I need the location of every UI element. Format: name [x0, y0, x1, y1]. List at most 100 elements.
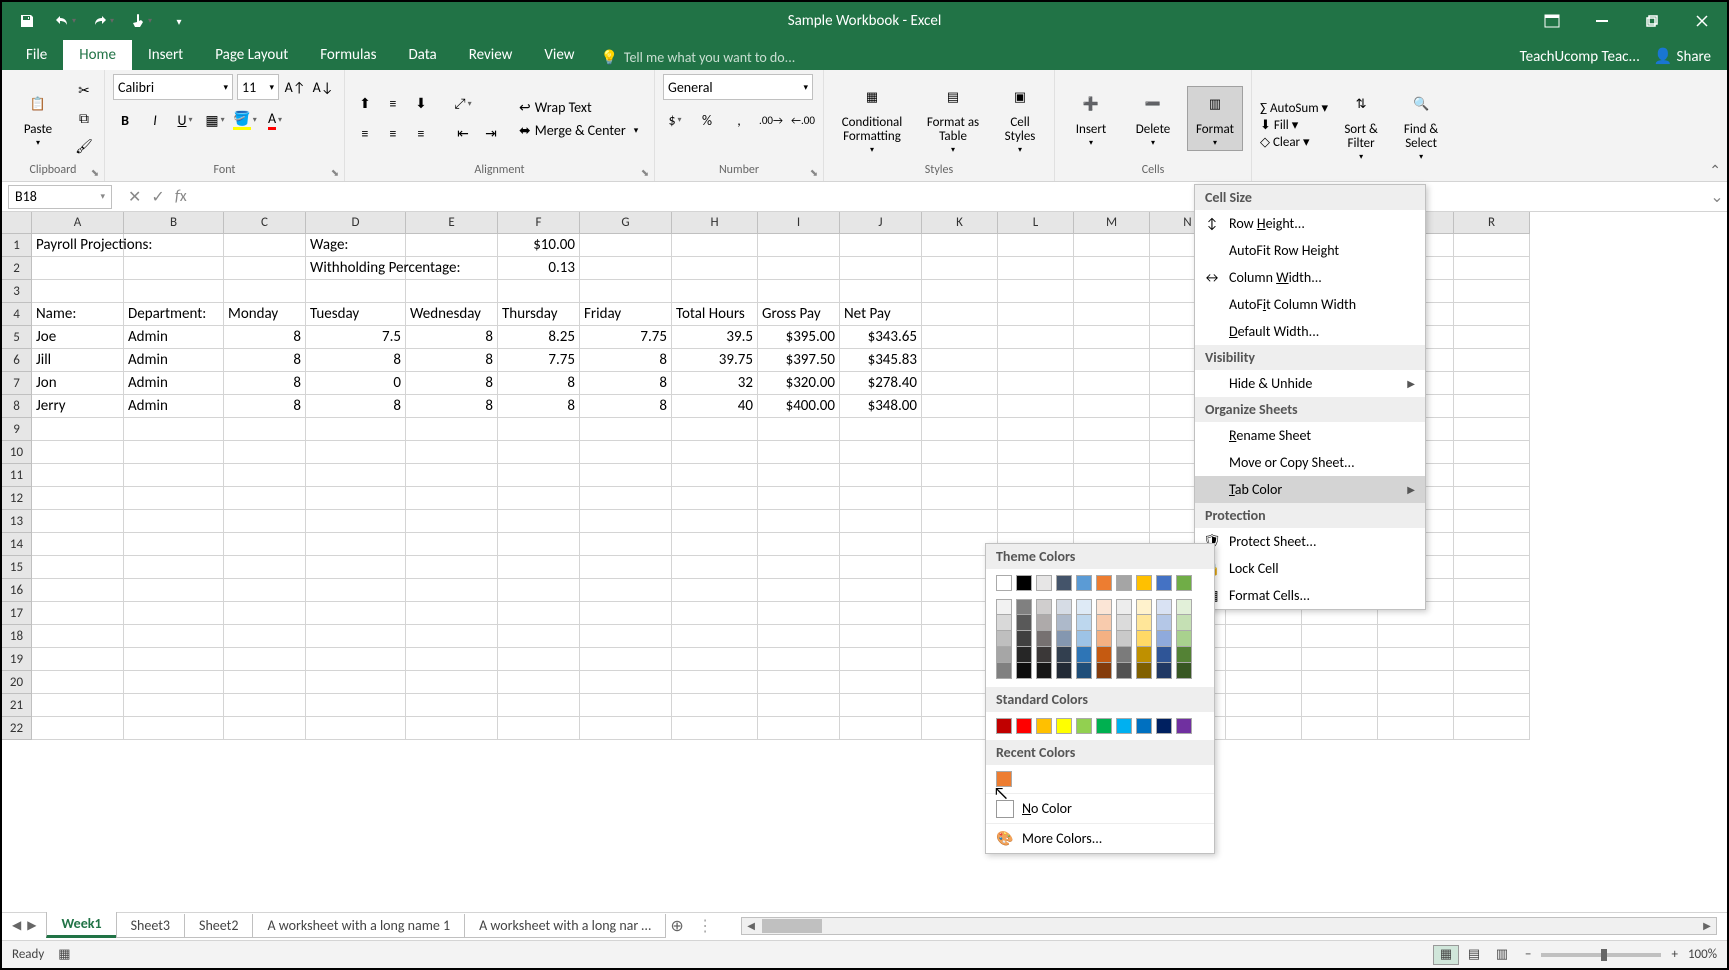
- cell[interactable]: $400.00: [758, 395, 840, 418]
- cell[interactable]: $348.00: [840, 395, 922, 418]
- cell[interactable]: [32, 625, 124, 648]
- cell[interactable]: [32, 556, 124, 579]
- cell[interactable]: [124, 694, 224, 717]
- italic-button[interactable]: I: [143, 108, 167, 132]
- cell[interactable]: [998, 349, 1074, 372]
- cell[interactable]: 8: [580, 349, 672, 372]
- cell[interactable]: [580, 487, 672, 510]
- cell[interactable]: [840, 464, 922, 487]
- cell[interactable]: [672, 579, 758, 602]
- cell[interactable]: [1454, 441, 1530, 464]
- cell[interactable]: [922, 349, 998, 372]
- cell[interactable]: [758, 671, 840, 694]
- tab-insert[interactable]: Insert: [132, 40, 199, 70]
- cell[interactable]: [580, 441, 672, 464]
- cell[interactable]: [224, 602, 306, 625]
- cell[interactable]: [998, 464, 1074, 487]
- column-header[interactable]: B: [124, 212, 224, 234]
- cell[interactable]: [498, 602, 580, 625]
- column-header[interactable]: R: [1454, 212, 1530, 234]
- cell[interactable]: [306, 556, 406, 579]
- cell[interactable]: Thursday: [498, 303, 580, 326]
- cell[interactable]: [1454, 372, 1530, 395]
- accounting-format-icon[interactable]: $: [663, 108, 687, 132]
- color-swatch[interactable]: [1116, 663, 1132, 679]
- column-header[interactable]: K: [922, 212, 998, 234]
- cell[interactable]: [498, 487, 580, 510]
- cell[interactable]: [580, 280, 672, 303]
- color-swatch[interactable]: [1036, 599, 1052, 615]
- name-box[interactable]: B18▾: [8, 185, 112, 209]
- cell[interactable]: [32, 579, 124, 602]
- cancel-formula-icon[interactable]: ✕: [128, 187, 141, 207]
- scroll-right-icon[interactable]: ▶: [1698, 919, 1716, 932]
- cell[interactable]: Joe: [32, 326, 124, 349]
- decrease-decimal-icon[interactable]: ←.00: [791, 108, 815, 132]
- cell[interactable]: [306, 280, 406, 303]
- color-swatch[interactable]: [1096, 575, 1112, 591]
- cell[interactable]: [306, 671, 406, 694]
- number-dialog-launcher[interactable]: ⬊: [807, 165, 821, 179]
- format-cells-button[interactable]: ▥ Format▾: [1187, 86, 1243, 151]
- cell[interactable]: Admin: [124, 349, 224, 372]
- cell[interactable]: [124, 510, 224, 533]
- share-button[interactable]: 👤 Share: [1654, 47, 1711, 66]
- spreadsheet-grid[interactable]: ABCDEFGHIJKLMNOPQR 123456789101112131415…: [2, 212, 1727, 894]
- cell[interactable]: [1454, 326, 1530, 349]
- cell[interactable]: Wage:: [306, 234, 406, 257]
- cell[interactable]: [672, 533, 758, 556]
- cell[interactable]: [32, 694, 124, 717]
- tab-formulas[interactable]: Formulas: [304, 40, 392, 70]
- cell[interactable]: [1302, 717, 1378, 740]
- cell[interactable]: [580, 257, 672, 280]
- cell[interactable]: [758, 579, 840, 602]
- cell[interactable]: [840, 441, 922, 464]
- cell[interactable]: [1454, 694, 1530, 717]
- cell[interactable]: [224, 510, 306, 533]
- cell[interactable]: 8: [498, 395, 580, 418]
- cell[interactable]: [32, 418, 124, 441]
- zoom-level[interactable]: 100%: [1688, 947, 1717, 962]
- zoom-slider[interactable]: [1541, 953, 1661, 957]
- menu-move-copy-sheet[interactable]: Move or Copy Sheet...: [1195, 449, 1425, 476]
- cell[interactable]: [840, 487, 922, 510]
- cell[interactable]: [306, 625, 406, 648]
- sheet-tab[interactable]: A worksheet with a long nar …: [464, 914, 666, 938]
- cell[interactable]: [672, 556, 758, 579]
- cell[interactable]: [124, 556, 224, 579]
- cell[interactable]: [922, 257, 998, 280]
- cell[interactable]: [580, 671, 672, 694]
- cell[interactable]: $397.50: [758, 349, 840, 372]
- cell[interactable]: [1454, 625, 1530, 648]
- cell[interactable]: [998, 418, 1074, 441]
- delete-cells-button[interactable]: ➖ Delete▾: [1125, 87, 1181, 150]
- redo-icon[interactable]: [88, 6, 118, 36]
- cell[interactable]: [580, 602, 672, 625]
- cell[interactable]: [406, 418, 498, 441]
- cell[interactable]: [672, 694, 758, 717]
- cell[interactable]: $320.00: [758, 372, 840, 395]
- close-icon[interactable]: [1677, 2, 1727, 40]
- color-swatch[interactable]: [1176, 615, 1192, 631]
- color-swatch[interactable]: [1036, 615, 1052, 631]
- color-swatch[interactable]: [1016, 718, 1032, 734]
- menu-row-height[interactable]: ↕Row Height...: [1195, 210, 1425, 237]
- color-swatch[interactable]: [1036, 718, 1052, 734]
- cell[interactable]: [840, 579, 922, 602]
- color-swatch[interactable]: [1176, 631, 1192, 647]
- cell[interactable]: [224, 694, 306, 717]
- menu-lock-cell[interactable]: 🔒Lock Cell: [1195, 555, 1425, 582]
- underline-button[interactable]: U: [173, 108, 197, 132]
- cell[interactable]: [224, 487, 306, 510]
- cell[interactable]: [922, 418, 998, 441]
- cell[interactable]: 8: [580, 372, 672, 395]
- cell[interactable]: [758, 441, 840, 464]
- cell[interactable]: [922, 510, 998, 533]
- decrease-font-icon[interactable]: A↓: [311, 75, 335, 99]
- macro-record-icon[interactable]: ▦: [58, 947, 70, 962]
- cell[interactable]: [1378, 625, 1454, 648]
- color-swatch[interactable]: [1116, 599, 1132, 615]
- cell[interactable]: [498, 717, 580, 740]
- cell[interactable]: [124, 602, 224, 625]
- align-right-icon[interactable]: ≡: [409, 122, 433, 146]
